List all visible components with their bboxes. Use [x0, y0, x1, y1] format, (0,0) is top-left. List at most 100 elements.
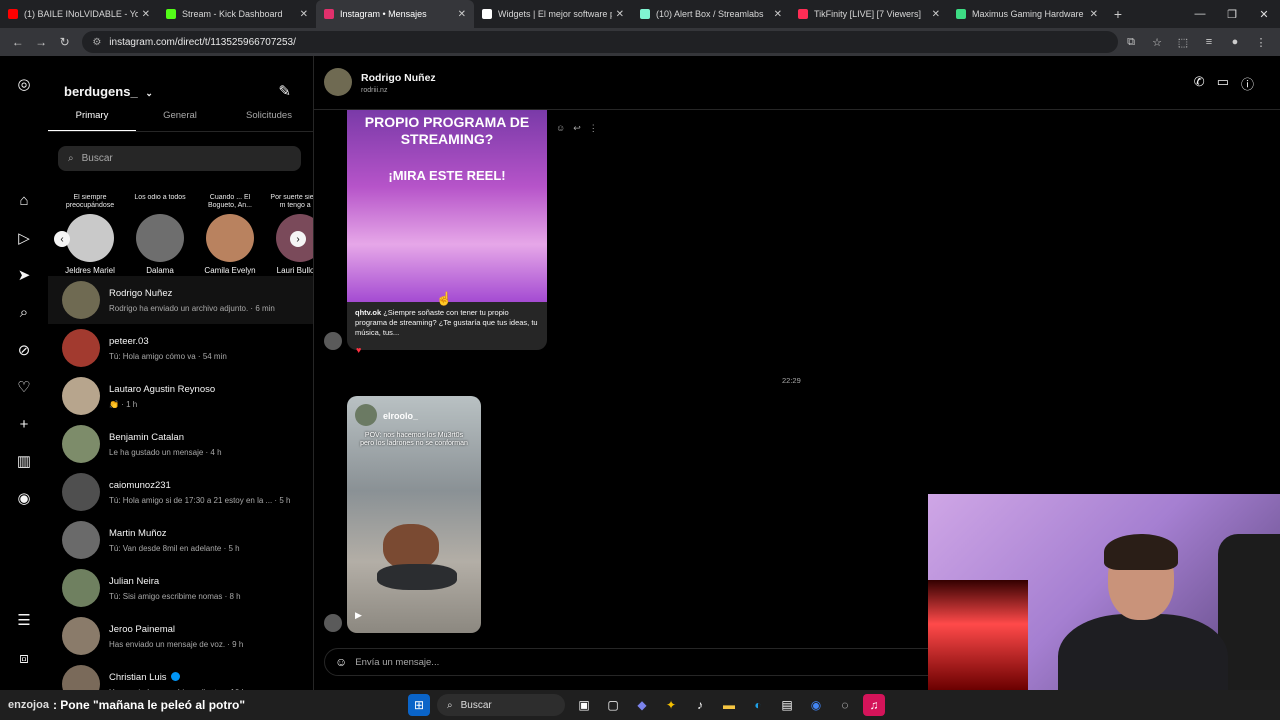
sender-avatar[interactable]: [324, 614, 342, 632]
conversation-row[interactable]: peteer.03 Tú: Hola amigo cómo va · 54 min: [48, 324, 313, 372]
obs-icon[interactable]: ◌: [834, 694, 856, 716]
react-icon[interactable]: ☺: [556, 123, 565, 134]
tab-requests[interactable]: Solicitudes: [224, 110, 313, 131]
chat-contact-username: rodriii.nz: [361, 87, 388, 94]
edge-icon[interactable]: ◐: [747, 694, 769, 716]
browser-tab-bar: (1) BAILE INoLVIDABLE - Yo ✕ Stream - Kick…: [0, 0, 1280, 28]
browser-tab[interactable]: TikFinity [LIVE] [7 Viewers] ✕: [790, 0, 948, 28]
home-icon[interactable]: ⌂: [12, 188, 36, 212]
notifications-heart-icon[interactable]: ♡: [12, 375, 36, 399]
reload-icon[interactable]: ↻: [53, 35, 76, 49]
tiktok-live-icon[interactable]: ♫: [863, 694, 885, 716]
avatar[interactable]: [324, 68, 352, 96]
conversation-row[interactable]: Rodrigo Nuñez Rodrigo ha enviado un archi…: [48, 276, 313, 324]
reel2-person-body: [377, 564, 457, 590]
profile-avatar-icon[interactable]: ◉: [12, 486, 36, 510]
restore-icon[interactable]: ❐: [1216, 8, 1248, 21]
new-tab-icon[interactable]: +: [1106, 6, 1130, 22]
browser-tab[interactable]: Stream - Kick Dashboard ✕: [158, 0, 316, 28]
address-bar-row: ← → ↻ ⚙ instagram.com/direct/t/113525966…: [0, 28, 1280, 56]
close-tab-icon[interactable]: ✕: [774, 9, 782, 20]
search-icon[interactable]: ⌕: [12, 300, 36, 324]
close-tab-icon[interactable]: ✕: [142, 9, 150, 20]
more-options-icon[interactable]: ⋮: [589, 123, 598, 134]
conversation-row[interactable]: Julian Neira Tú: Sisi amigo escribime nom…: [48, 564, 313, 612]
conversation-row[interactable]: Lautaro Agustin Reynoso 👏 · 1 h: [48, 372, 313, 420]
carousel-right-arrow-icon[interactable]: ›: [290, 231, 306, 247]
browser-tab[interactable]: Maximus Gaming Hardware - P ✕: [948, 0, 1106, 28]
sender-avatar[interactable]: [324, 332, 342, 350]
audio-call-icon[interactable]: ✆: [1194, 74, 1205, 93]
account-switcher[interactable]: berdugens_ ⌄: [64, 84, 153, 99]
explore-icon[interactable]: ⊘: [12, 338, 36, 362]
extensions-icon[interactable]: ⬚: [1170, 36, 1196, 49]
tiktok-icon[interactable]: ♪: [689, 694, 711, 716]
avatar: [206, 214, 254, 262]
chat-contact-name[interactable]: Rodrigo Nuñez: [361, 72, 436, 84]
reply-icon[interactable]: ↩: [573, 123, 581, 134]
close-window-icon[interactable]: ✕: [1248, 8, 1280, 21]
bookmark-star-icon[interactable]: ☆: [1144, 36, 1170, 49]
search-input[interactable]: ⌕ Buscar: [58, 146, 301, 171]
close-tab-icon[interactable]: ✕: [932, 9, 940, 20]
browser-tab[interactable]: (1) BAILE INoLVIDABLE - Yo ✕: [0, 0, 158, 28]
menu-icon[interactable]: ⋮: [1248, 36, 1274, 49]
shared-reel-card-2[interactable]: elroolo_ POV: nos hacemos los Mu3rt0s pe…: [347, 396, 481, 633]
conversation-preview: Rodrigo ha enviado un archivo adjunto. ·…: [109, 303, 275, 313]
conversation-row[interactable]: caiomunoz231 Tú: Hola amigo si de 17:30 a…: [48, 468, 313, 516]
reel-caption[interactable]: qhtv.ok ¿Siempre soñaste con tener tu pr…: [347, 302, 547, 350]
conversation-row[interactable]: Christian LuisHas enviado un archivo adj…: [48, 660, 313, 690]
reel-headline: PROPIO PROGRAMA DE STREAMING?: [364, 114, 530, 147]
minimize-icon[interactable]: —: [1184, 8, 1216, 20]
conversation-info-icon[interactable]: ⓘ: [1241, 74, 1254, 93]
more-menu-icon[interactable]: ☰: [12, 608, 36, 632]
conversation-row[interactable]: Benjamin Catalan Le ha gustado un mensaje…: [48, 420, 313, 468]
new-message-icon[interactable]: ✎: [278, 82, 291, 100]
heart-reaction-icon[interactable]: ♥: [356, 345, 361, 355]
url-field[interactable]: ⚙ instagram.com/direct/t/113525966707253…: [82, 31, 1118, 53]
file-explorer-icon[interactable]: ▬: [718, 694, 740, 716]
tab-title: (1) BAILE INoLVIDABLE - Yo: [24, 9, 138, 19]
also-from-meta-icon[interactable]: ⧈: [12, 646, 36, 670]
copilot-icon[interactable]: ✦: [660, 694, 682, 716]
close-tab-icon[interactable]: ✕: [1090, 9, 1098, 20]
tab-favicon-icon: [798, 9, 808, 19]
back-icon[interactable]: ←: [6, 35, 29, 49]
browser-tab[interactable]: Widgets | El mejor software pa ✕: [474, 0, 632, 28]
store-icon[interactable]: ▤: [776, 694, 798, 716]
media-icon[interactable]: ≡: [1196, 36, 1222, 49]
widgets-icon[interactable]: ▣: [573, 694, 595, 716]
conversation-row[interactable]: Jeroo Painemal Has enviado un mensaje de …: [48, 612, 313, 660]
carousel-left-arrow-icon[interactable]: ‹: [54, 231, 70, 247]
note-item[interactable]: Cuando ... El Bogueto, An... Camila Evely…: [198, 194, 262, 275]
avatar: [62, 617, 100, 655]
shared-reel-card[interactable]: PROPIO PROGRAMA DE STREAMING? ¡MIRA ESTE…: [347, 110, 547, 302]
conversation-preview: 👏 · 1 h: [109, 399, 138, 409]
browser-tab[interactable]: (10) Alert Box / Streamlabs ✕: [632, 0, 790, 28]
video-call-icon[interactable]: ▭: [1217, 74, 1229, 93]
close-tab-icon[interactable]: ✕: [300, 9, 308, 20]
install-icon[interactable]: ⧉: [1118, 36, 1144, 49]
chevron-down-icon: ⌄: [145, 88, 153, 98]
reels-icon[interactable]: ▷: [12, 226, 36, 250]
tab-primary[interactable]: Primary: [48, 110, 136, 131]
note-item[interactable]: Los odio a todos Dalama: [128, 194, 192, 275]
conversation-row[interactable]: Martin Muñoz Tú: Van desde 8mil en adelan…: [48, 516, 313, 564]
profile-icon[interactable]: ●: [1222, 36, 1248, 49]
taskbar-search[interactable]: ⌕ Buscar: [437, 694, 565, 716]
close-tab-icon[interactable]: ✕: [458, 9, 466, 20]
messages-icon[interactable]: ➤: [12, 263, 36, 287]
forward-icon[interactable]: →: [29, 35, 52, 49]
site-info-icon[interactable]: ⚙: [92, 37, 101, 48]
teams-icon[interactable]: ◆: [631, 694, 653, 716]
dashboard-icon[interactable]: ▥: [12, 449, 36, 473]
instagram-logo-icon[interactable]: ◎: [12, 72, 36, 96]
browser-tab[interactable]: Instagram • Mensajes ✕: [316, 0, 474, 28]
emoji-icon[interactable]: ☺: [335, 655, 347, 669]
chrome-icon[interactable]: ◉: [805, 694, 827, 716]
windows-start-icon[interactable]: ⊞: [408, 694, 430, 716]
tab-general[interactable]: General: [136, 110, 224, 131]
create-icon[interactable]: +: [12, 412, 36, 436]
close-tab-icon[interactable]: ✕: [616, 9, 624, 20]
task-view-icon[interactable]: ▢: [602, 694, 624, 716]
